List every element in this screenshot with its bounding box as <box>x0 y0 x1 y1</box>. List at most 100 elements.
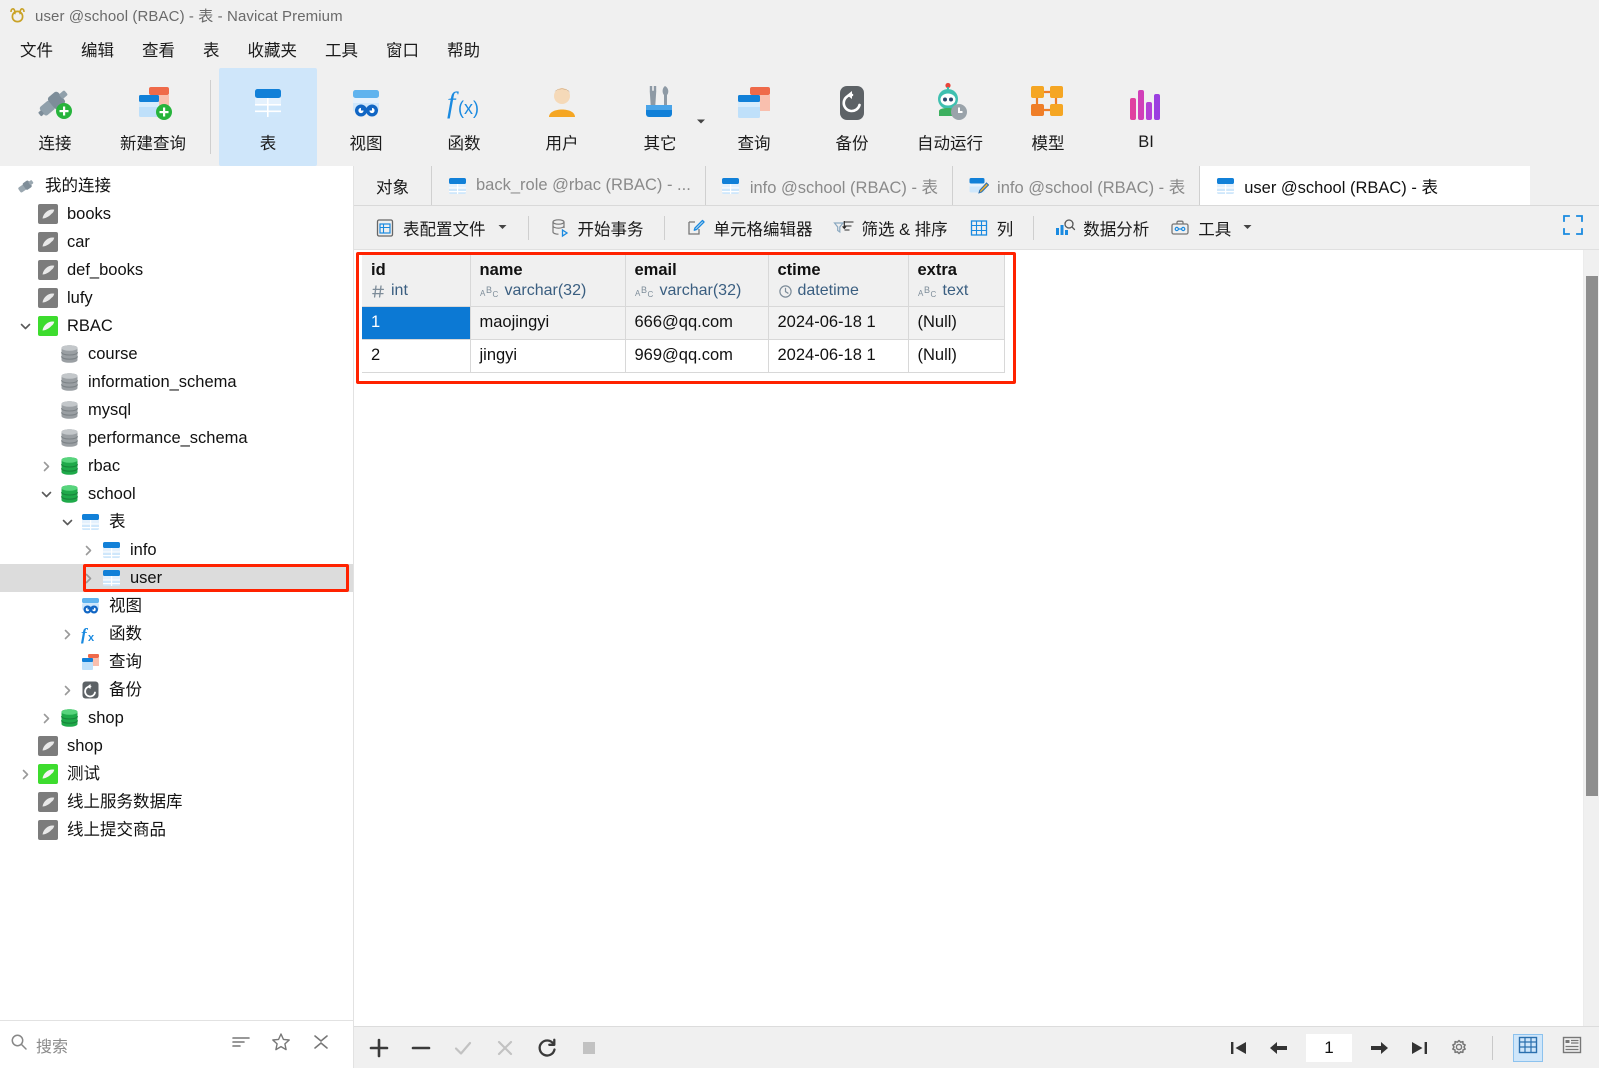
grid-cell-id[interactable]: 1 <box>362 306 471 340</box>
chevron-right-icon[interactable] <box>35 460 57 473</box>
grid-column-header[interactable]: extra A B C text <box>908 254 1005 307</box>
editor-tab-active[interactable]: user @school (RBAC) - 表 <box>1200 166 1531 205</box>
menu-window[interactable]: 窗口 <box>372 33 433 65</box>
page-number-input[interactable]: 1 <box>1306 1033 1352 1062</box>
tree-item-lufy[interactable]: lufy <box>0 284 353 312</box>
chevron-right-icon[interactable] <box>56 684 78 697</box>
next-page-button[interactable] <box>1366 1035 1392 1061</box>
toolbar-function-button[interactable]: f (x) 函数 <box>415 68 513 166</box>
menu-favorites[interactable]: 收藏夹 <box>234 33 312 65</box>
tree-item-shop[interactable]: shop <box>0 704 353 732</box>
grid-cell-email[interactable]: 666@qq.com <box>625 306 769 340</box>
grid-view-button[interactable] <box>1513 1033 1543 1062</box>
toolbar-model-button[interactable]: 模型 <box>999 68 1097 166</box>
prev-page-button[interactable] <box>1266 1035 1292 1061</box>
tree-item-RBAC[interactable]: RBAC <box>0 312 353 340</box>
tree-item-user[interactable]: user <box>0 564 353 592</box>
filter-lines-icon[interactable] <box>231 1034 251 1055</box>
tree-item-school[interactable]: school <box>0 480 353 508</box>
last-page-button[interactable] <box>1406 1035 1432 1061</box>
tree-item-rbac[interactable]: rbac <box>0 452 353 480</box>
toolbar-automation-button[interactable]: 自动运行 <box>901 68 999 166</box>
table-row[interactable]: 2 jingyi 969@qq.com 2024-06-18 1 (Null) <box>362 339 1005 373</box>
tree-item-mysql[interactable]: mysql <box>0 396 353 424</box>
tree-item-performance_schema[interactable]: performance_schema <box>0 424 353 452</box>
toolbar-view-button[interactable]: 视图 <box>317 68 415 166</box>
editor-tab[interactable]: back_role @rbac (RBAC) - ... <box>432 166 706 205</box>
search-input[interactable]: 搜索 <box>10 1033 231 1057</box>
fullscreen-expand-button[interactable] <box>1561 215 1585 240</box>
chevron-down-icon[interactable] <box>14 320 36 333</box>
toolbar-user-button[interactable]: 用户 <box>513 68 611 166</box>
grid-cell-ctime[interactable]: 2024-06-18 1 <box>768 306 909 340</box>
menu-edit[interactable]: 编辑 <box>67 33 128 65</box>
tree-item-[interactable]: f x 函数 <box>0 620 353 648</box>
editor-tab[interactable]: info @school (RBAC) - 表 <box>953 166 1201 205</box>
menu-file[interactable]: 文件 <box>6 33 67 65</box>
grid-cell-extra[interactable]: (Null) <box>908 339 1005 373</box>
chevron-right-icon[interactable] <box>77 544 99 557</box>
grid-cell-id[interactable]: 2 <box>362 339 471 373</box>
tree-item-[interactable]: 线上服务数据库 <box>0 788 353 816</box>
tree-item-[interactable]: 线上提交商品 <box>0 816 353 844</box>
chevron-down-icon[interactable] <box>497 218 508 237</box>
table-profile-button[interactable]: 表配置文件 <box>364 212 518 244</box>
grid-column-header[interactable]: email A B C varchar(32) <box>625 254 769 307</box>
columns-button[interactable]: 列 <box>958 212 1024 244</box>
chevron-right-icon[interactable] <box>77 572 99 585</box>
toolbar-bi-button[interactable]: BI <box>1097 68 1195 166</box>
form-view-button[interactable] <box>1557 1034 1587 1062</box>
chevron-down-icon[interactable] <box>35 488 57 501</box>
toolbar-new-query-button[interactable]: 新建查询 <box>104 68 202 166</box>
delete-record-button[interactable] <box>408 1035 434 1061</box>
scrollbar-thumb[interactable] <box>1586 276 1598 796</box>
tree-item-car[interactable]: car <box>0 228 353 256</box>
grid-cell-email[interactable]: 969@qq.com <box>625 339 769 373</box>
star-icon[interactable] <box>271 1032 291 1057</box>
tree-item-shop[interactable]: shop <box>0 732 353 760</box>
menu-help[interactable]: 帮助 <box>433 33 494 65</box>
toolbar-connection-button[interactable]: 连接 <box>6 68 104 166</box>
chevron-right-icon[interactable] <box>14 768 36 781</box>
data-analysis-button[interactable]: 数据分析 <box>1044 212 1159 244</box>
menu-tools[interactable]: 工具 <box>311 33 372 65</box>
chevron-down-icon[interactable] <box>56 516 78 529</box>
tree-item-[interactable]: 查询 <box>0 648 353 676</box>
grid-cell-name[interactable]: maojingyi <box>470 306 626 340</box>
data-grid[interactable]: id int name A B C varchar(32) email A B C varchar(3… <box>362 254 1005 373</box>
chevron-right-icon[interactable] <box>35 712 57 725</box>
cell-editor-button[interactable]: 单元格编辑器 <box>675 212 823 244</box>
grid-vertical-scrollbar[interactable] <box>1583 250 1599 1026</box>
tree-item-[interactable]: 备份 <box>0 676 353 704</box>
grid-cell-name[interactable]: jingyi <box>470 339 626 373</box>
grid-column-header[interactable]: ctime datetime <box>768 254 909 307</box>
begin-transaction-button[interactable]: 开始事务 <box>539 212 654 244</box>
tree-item-books[interactable]: books <box>0 200 353 228</box>
table-row[interactable]: 1 maojingyi 666@qq.com 2024-06-18 1 (Null) <box>362 306 1005 340</box>
tab-objects[interactable]: 对象 <box>354 166 432 205</box>
tree-item-[interactable]: 视图 <box>0 592 353 620</box>
toolbar-query-button[interactable]: 查询 <box>705 68 803 166</box>
refresh-button[interactable] <box>534 1035 560 1061</box>
page-settings-button[interactable] <box>1446 1035 1472 1061</box>
tree-item-info[interactable]: info <box>0 536 353 564</box>
tree-item-course[interactable]: course <box>0 340 353 368</box>
toolbar-table-button[interactable]: 表 <box>219 68 317 166</box>
tree-item-information_schema[interactable]: information_schema <box>0 368 353 396</box>
chevron-down-icon[interactable] <box>1242 218 1253 237</box>
menu-view[interactable]: 查看 <box>128 33 189 65</box>
toolbar-backup-button[interactable]: 备份 <box>803 68 901 166</box>
filter-sort-button[interactable]: 筛选 & 排序 <box>823 212 958 244</box>
collapse-all-icon[interactable] <box>311 1033 331 1056</box>
tree-item-[interactable]: 表 <box>0 508 353 536</box>
tree-item-[interactable]: 测试 <box>0 760 353 788</box>
add-record-button[interactable] <box>366 1035 392 1061</box>
tools-button[interactable]: 工具 <box>1159 212 1263 244</box>
grid-cell-ctime[interactable]: 2024-06-18 1 <box>768 339 909 373</box>
chevron-right-icon[interactable] <box>56 628 78 641</box>
grid-column-header[interactable]: name A B C varchar(32) <box>470 254 626 307</box>
editor-tab[interactable]: info @school (RBAC) - 表 <box>706 166 954 205</box>
tree-item-def_books[interactable]: def_books <box>0 256 353 284</box>
grid-cell-extra[interactable]: (Null) <box>908 306 1005 340</box>
first-page-button[interactable] <box>1226 1035 1252 1061</box>
